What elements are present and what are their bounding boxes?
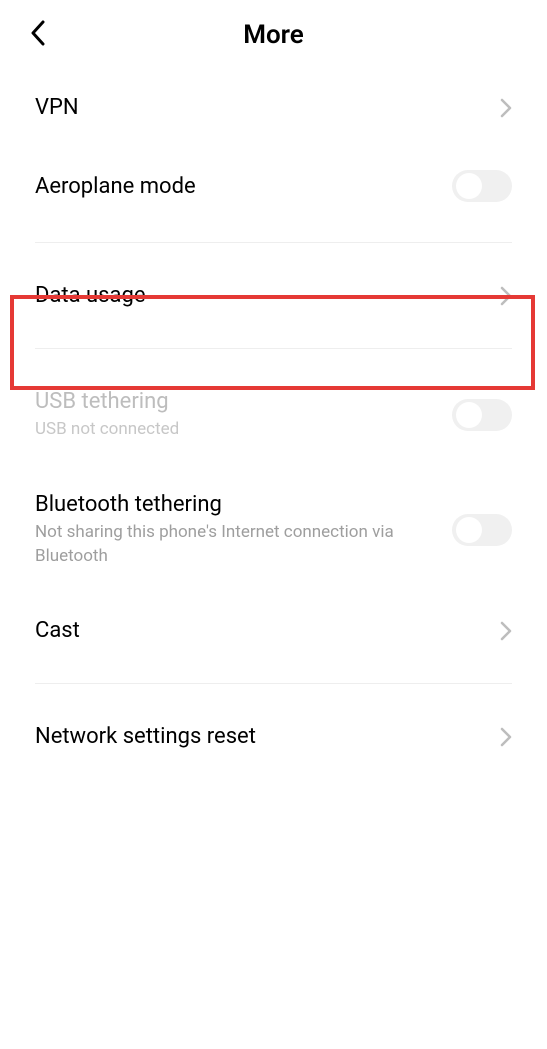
list-item-vpn[interactable]: VPN xyxy=(0,70,547,145)
bluetooth-tethering-label: Bluetooth tethering xyxy=(35,492,452,517)
chevron-right-icon xyxy=(500,727,512,747)
divider xyxy=(35,242,512,243)
divider xyxy=(35,348,512,349)
page-title: More xyxy=(25,20,522,50)
bluetooth-tethering-sublabel: Not sharing this phone's Internet connec… xyxy=(35,521,452,569)
divider xyxy=(35,683,512,684)
aeroplane-toggle[interactable] xyxy=(452,170,512,202)
list-item-bluetooth-tethering[interactable]: Bluetooth tethering Not sharing this pho… xyxy=(0,467,547,594)
list-item-cast[interactable]: Cast xyxy=(0,593,547,668)
list-item-usb-tethering: USB tethering USB not connected xyxy=(0,364,547,467)
toggle-knob xyxy=(456,402,482,428)
toggle-knob xyxy=(456,173,482,199)
chevron-right-icon xyxy=(500,98,512,118)
bluetooth-tethering-toggle[interactable] xyxy=(452,514,512,546)
chevron-right-icon xyxy=(500,286,512,306)
cast-label: Cast xyxy=(35,618,500,643)
toggle-knob xyxy=(456,517,482,543)
vpn-label: VPN xyxy=(35,95,500,120)
usb-tethering-toggle xyxy=(452,399,512,431)
network-reset-label: Network settings reset xyxy=(35,724,500,749)
chevron-right-icon xyxy=(500,621,512,641)
data-usage-label: Data usage xyxy=(35,283,500,308)
usb-tethering-label: USB tethering xyxy=(35,389,452,414)
list-item-network-settings-reset[interactable]: Network settings reset xyxy=(0,699,547,774)
list-item-data-usage[interactable]: Data usage xyxy=(0,258,547,333)
settings-list: VPN Aeroplane mode Data usage USB tether… xyxy=(0,70,547,774)
list-item-aeroplane-mode[interactable]: Aeroplane mode xyxy=(0,145,547,227)
back-button[interactable] xyxy=(30,20,46,50)
back-icon xyxy=(30,20,46,46)
aeroplane-label: Aeroplane mode xyxy=(35,174,452,199)
header: More xyxy=(0,0,547,70)
usb-tethering-sublabel: USB not connected xyxy=(35,418,452,442)
